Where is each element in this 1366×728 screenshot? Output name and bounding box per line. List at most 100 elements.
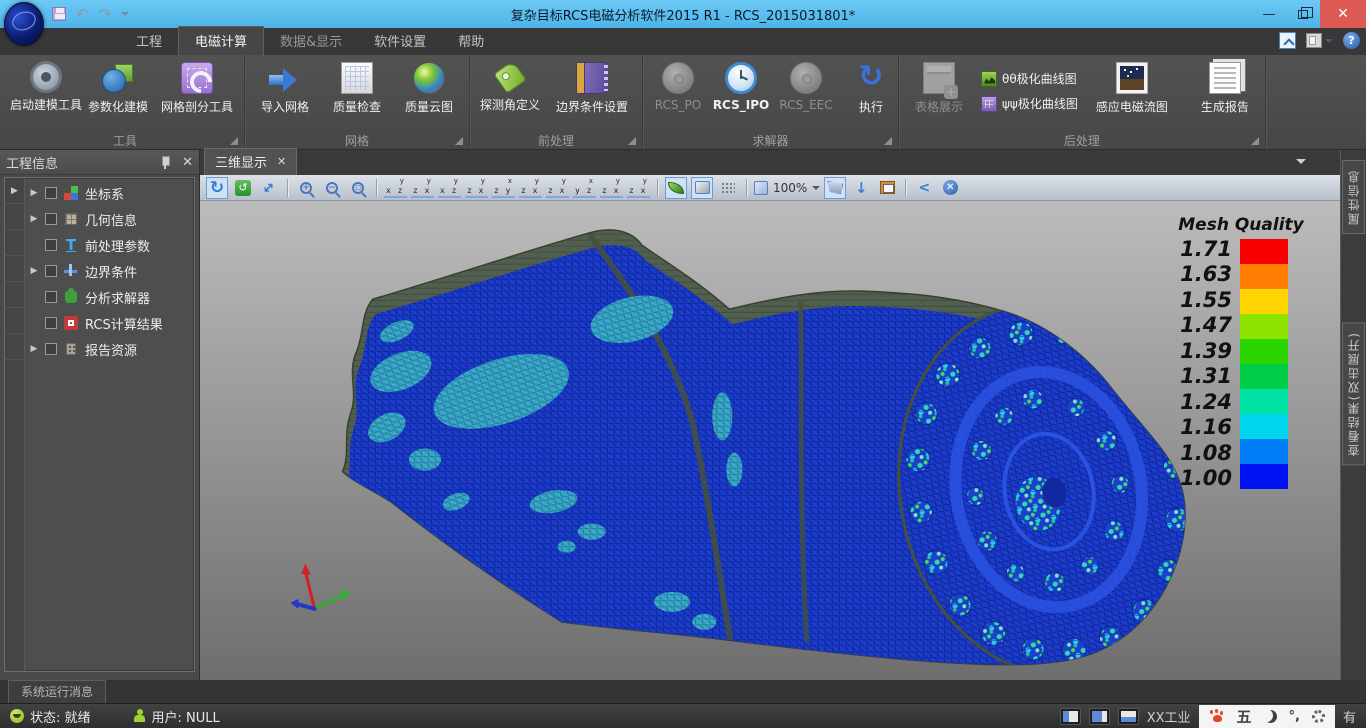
copy-view-button[interactable] — [876, 177, 898, 199]
rotate-view-button[interactable]: ↻ — [206, 177, 228, 199]
tree-item-coordinate-system[interactable]: ▶ 坐标系 — [25, 180, 194, 206]
close-button[interactable]: ✕ — [1320, 0, 1366, 28]
tree-item-analysis-solver[interactable]: 分析求解器 — [25, 284, 194, 310]
view-zy-button[interactable]: xz y — [492, 178, 515, 198]
tab-data-display[interactable]: 数据&显示 — [264, 27, 358, 55]
probe-angle-button[interactable]: 探测角定义 — [474, 59, 546, 113]
generate-report-button[interactable]: 生成报告 — [1189, 59, 1261, 115]
tab-settings[interactable]: 软件设置 — [358, 27, 442, 55]
root-expander[interactable]: ▶ — [5, 178, 24, 204]
layout-bottom-panel-icon[interactable] — [1118, 708, 1139, 725]
tab-view-results[interactable]: 查看结果(双击展开) — [1342, 322, 1365, 465]
close-view-button[interactable]: ✕ — [939, 177, 961, 199]
zoom-window-button[interactable]: ▫ — [347, 177, 369, 199]
dialog-launcher-icon[interactable] — [230, 137, 238, 145]
minimize-button[interactable]: — — [1252, 0, 1286, 28]
tab-property-info[interactable]: 属性信息 — [1342, 160, 1365, 234]
collapse-ribbon-icon[interactable] — [1279, 32, 1296, 49]
zoom-out-icon: − — [326, 182, 338, 194]
close-tab-icon[interactable]: ✕ — [277, 155, 286, 168]
app-logo[interactable] — [4, 2, 44, 46]
tab-project[interactable]: 工程 — [120, 27, 178, 55]
moon-icon[interactable] — [1264, 710, 1277, 723]
view-iso3-button[interactable]: yz x — [600, 178, 623, 198]
induced-current-map-button[interactable]: 感应电磁流图 — [1084, 59, 1180, 115]
baidu-paw-icon[interactable] — [1209, 709, 1225, 723]
checkbox[interactable] — [45, 291, 57, 303]
import-mesh-button[interactable]: 导入网格 — [249, 59, 321, 115]
tree-item-preprocess-params[interactable]: T 前处理参数 — [25, 232, 194, 258]
rcs-eec-button[interactable]: RCS_EEC — [773, 59, 839, 112]
tree-item-report-resources[interactable]: ▶ 报告资源 — [25, 336, 194, 362]
dialog-launcher-icon[interactable] — [628, 137, 636, 145]
share-button[interactable]: < — [913, 177, 935, 199]
application-window: ↶ ↷ 复杂目标RCS电磁分析软件2015 R1 - RCS_201503180… — [0, 0, 1366, 728]
expander-icon[interactable]: ▶ — [29, 344, 39, 354]
close-panel-icon[interactable]: ✕ — [182, 156, 193, 169]
punctuation-icon[interactable]: °, — [1289, 709, 1300, 724]
3d-viewport[interactable]: Mesh Quality 1.71 1.63 1.55 1.47 1.39 1.… — [200, 201, 1340, 680]
checkbox[interactable] — [45, 343, 57, 355]
psi-polarization-curve-button[interactable]: ψψ极化曲线图 — [981, 95, 1078, 112]
view-yx-button[interactable]: yz x — [411, 178, 434, 198]
mesh-partition-tool-button[interactable]: 网格剖分工具 — [154, 59, 240, 115]
view-yz-button[interactable]: yz x — [519, 178, 542, 198]
dialog-launcher-icon[interactable] — [1251, 137, 1259, 145]
view-iso1-button[interactable]: yz x — [546, 178, 569, 198]
checkbox[interactable] — [45, 213, 57, 225]
legend-swatch — [1240, 439, 1288, 464]
points-mode-button[interactable] — [717, 177, 739, 199]
tree-item-rcs-results[interactable]: RCS计算结果 — [25, 310, 194, 336]
dialog-launcher-icon[interactable] — [455, 137, 463, 145]
tab-em-compute[interactable]: 电磁计算 — [178, 26, 264, 55]
help-icon[interactable]: ? — [1343, 32, 1360, 49]
checkbox[interactable] — [45, 317, 57, 329]
window-style-button[interactable] — [1306, 33, 1333, 48]
expander-icon[interactable]: ▶ — [29, 188, 39, 198]
quality-cloud-button[interactable]: 质量云图 — [393, 59, 465, 115]
restore-button[interactable] — [1286, 0, 1320, 28]
shaded-mode-button[interactable] — [665, 177, 687, 199]
view-zx-button[interactable]: yz x — [465, 178, 488, 198]
execute-button[interactable]: ↻ 执行 — [848, 59, 894, 115]
snapshot-button[interactable] — [824, 177, 846, 199]
theta-polarization-curve-button[interactable]: θθ极化曲线图 — [981, 70, 1078, 87]
tab-3d-display[interactable]: 三维显示 ✕ — [204, 148, 297, 175]
expander-icon[interactable]: ▶ — [29, 214, 39, 224]
table-display-button[interactable]: 表格展示 — [903, 59, 975, 115]
tab-list-dropdown-icon[interactable] — [1296, 159, 1306, 169]
view-iso2-button[interactable]: xy z — [573, 178, 596, 198]
export-down-button[interactable]: ↓ — [850, 177, 872, 199]
launch-modeling-tool-button[interactable]: 启动建模工具 — [10, 59, 82, 113]
refresh-view-button[interactable]: ↺ — [232, 177, 254, 199]
quality-check-button[interactable]: 质量检查 — [321, 59, 393, 115]
tab-system-messages[interactable]: 系统运行消息 — [8, 680, 106, 703]
tree-item-geometry-info[interactable]: ▶ 几何信息 — [25, 206, 194, 232]
rcs-ipo-button[interactable]: RCS_IPO — [709, 59, 773, 112]
dialog-launcher-icon[interactable] — [884, 137, 892, 145]
parametric-modeling-button[interactable]: 参数化建模 — [82, 59, 154, 115]
wireframe-mode-button[interactable] — [691, 177, 713, 199]
zoom-in-icon: + — [300, 182, 312, 194]
layout-left-panel-icon[interactable] — [1060, 708, 1081, 725]
tab-help[interactable]: 帮助 — [442, 27, 500, 55]
expander-icon[interactable]: ▶ — [29, 266, 39, 276]
ime-mode-label[interactable]: 五 — [1237, 706, 1252, 727]
view-xz-button[interactable]: yx z — [438, 178, 461, 198]
checkbox[interactable] — [45, 265, 57, 277]
share-icon: < — [918, 180, 930, 196]
view-iso4-button[interactable]: yz x — [627, 178, 650, 198]
checkbox[interactable] — [45, 239, 57, 251]
boundary-settings-button[interactable]: 边界条件设置 — [546, 59, 638, 115]
zoom-in-button[interactable]: + — [295, 177, 317, 199]
checkbox[interactable] — [45, 187, 57, 199]
pin-icon[interactable] — [160, 155, 170, 169]
tree-item-boundary-conditions[interactable]: ▶ 边界条件 — [25, 258, 194, 284]
zoom-out-button[interactable]: − — [321, 177, 343, 199]
ime-gear-icon[interactable] — [1312, 710, 1325, 723]
layout-split-panel-icon[interactable] — [1089, 708, 1110, 725]
rcs-po-button[interactable]: RCS_PO — [647, 59, 709, 112]
view-xy-button[interactable]: yx z — [384, 178, 407, 198]
transparency-combo[interactable]: 100% — [754, 177, 820, 199]
fit-view-button[interactable]: ↔ — [258, 177, 280, 199]
